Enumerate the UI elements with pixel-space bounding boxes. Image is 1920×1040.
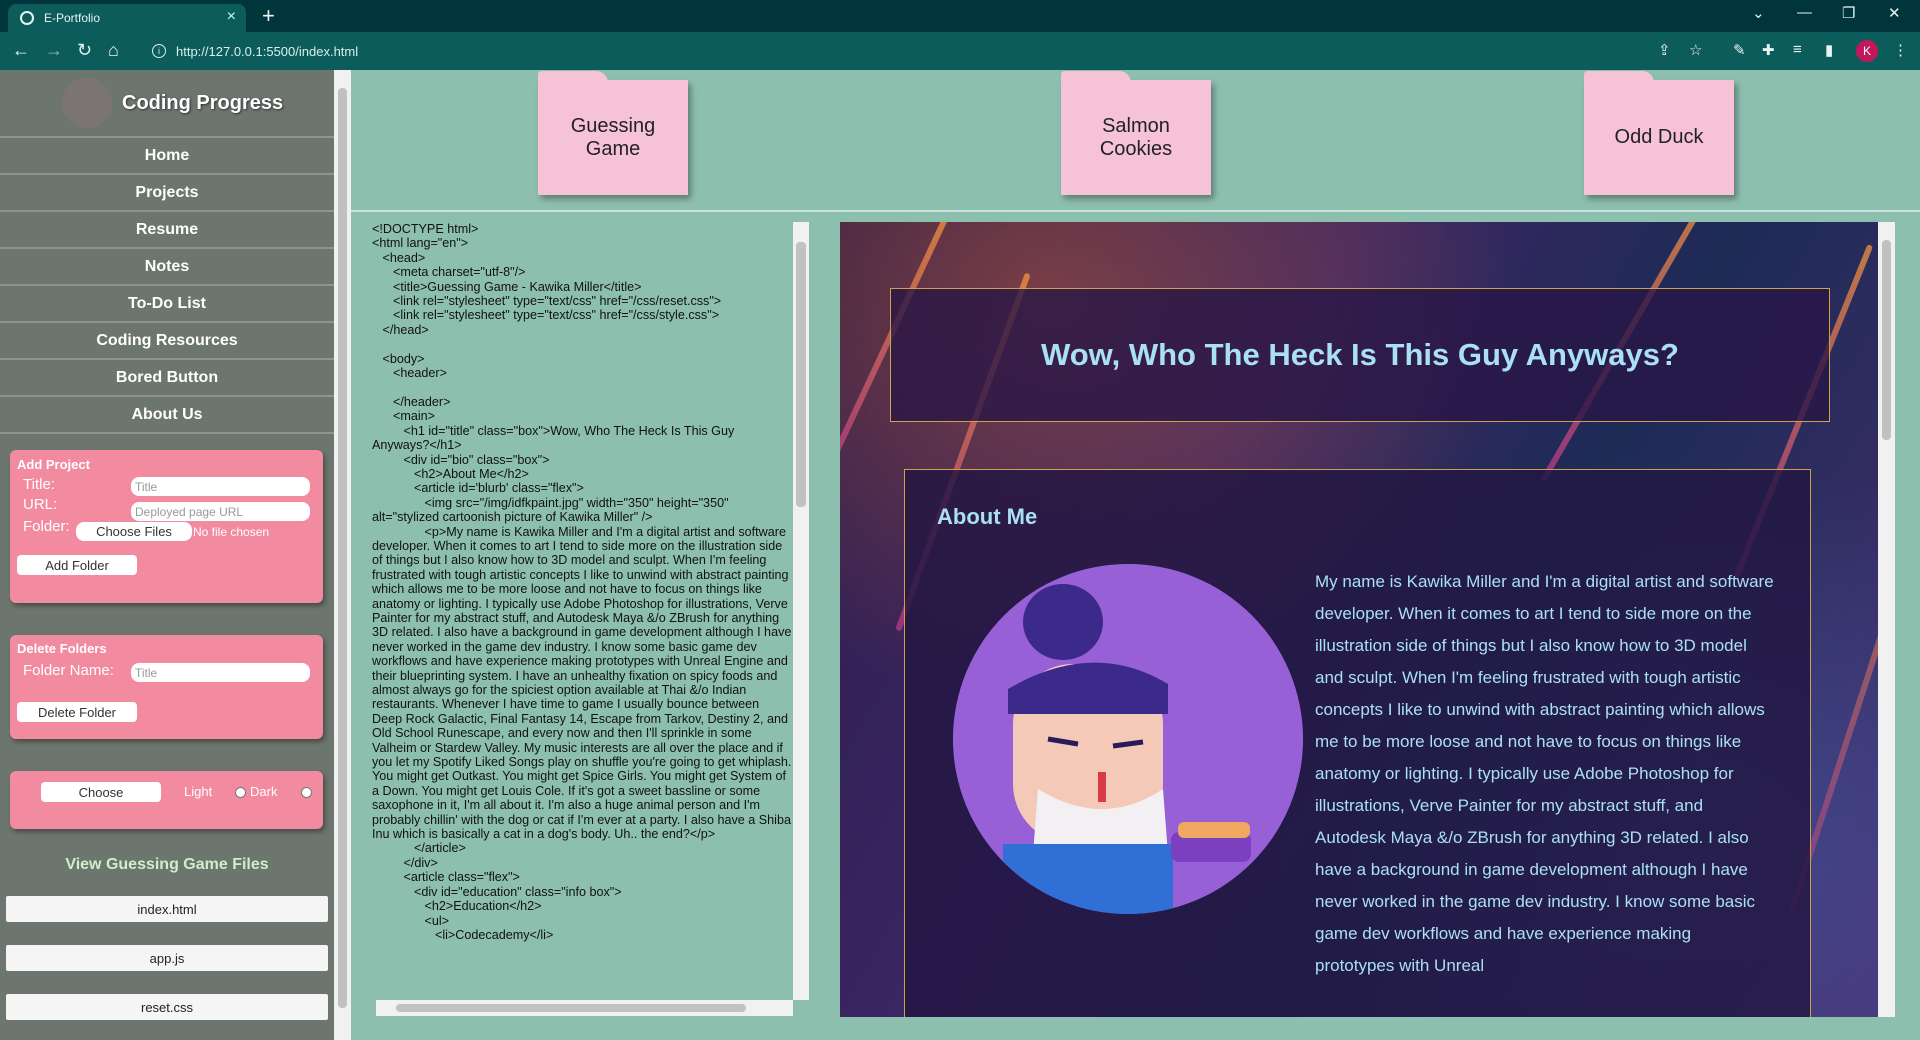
preview-scrollbar[interactable] <box>1878 222 1895 1017</box>
delete-folders-card: Delete Folders Folder Name: Title Delete… <box>10 635 323 739</box>
add-project-card: Add Project Title: Title URL: Deployed p… <box>10 450 323 603</box>
reload-icon[interactable]: ↻ <box>77 40 92 61</box>
sidebar: Coding Progress Home Projects Resume Not… <box>0 70 334 1040</box>
light-radio[interactable] <box>235 787 246 798</box>
profile-avatar[interactable]: K <box>1856 40 1878 62</box>
tab-search-icon[interactable]: ⌄ <box>1752 4 1765 22</box>
bookmark-star-icon[interactable]: ☆ <box>1689 41 1702 59</box>
add-folder-button[interactable]: Add Folder <box>17 555 137 575</box>
folder-label: Guessing Game <box>570 114 656 160</box>
folder-name-label: Folder Name: <box>23 662 114 679</box>
code-view[interactable]: <!DOCTYPE html> <html lang="en"> <head> … <box>372 222 792 1002</box>
minimize-icon[interactable]: — <box>1797 4 1812 21</box>
delete-folder-button[interactable]: Delete Folder <box>17 702 137 722</box>
scrollbar-thumb[interactable] <box>396 1004 746 1012</box>
scrollbar-thumb[interactable] <box>796 242 806 507</box>
nav-bored-button[interactable]: Bored Button <box>0 360 334 397</box>
file-reset-css[interactable]: reset.css <box>6 994 328 1020</box>
preview-title-box: Wow, Who The Heck Is This Guy Anyways? <box>890 288 1830 422</box>
url-input[interactable]: Deployed page URL <box>131 502 310 521</box>
add-project-title: Add Project <box>17 457 90 472</box>
address-url: http://127.0.0.1:5500/index.html <box>176 43 359 59</box>
browser-tab[interactable]: E-Portfolio × <box>8 4 246 32</box>
snack-lid <box>1178 822 1250 838</box>
folder-salmon-cookies[interactable]: Salmon Cookies <box>1061 71 1211 195</box>
bio-paragraph: My name is Kawika Miller and I'm a digit… <box>1315 572 1774 975</box>
menu-kebab-icon[interactable]: ⋮ <box>1893 41 1908 59</box>
choose-files-button[interactable]: Choose Files <box>76 522 192 541</box>
drip <box>1098 772 1106 802</box>
tab-title: E-Portfolio <box>44 11 101 25</box>
folder-label: Salmon Cookies <box>1099 114 1173 160</box>
nav-about-us[interactable]: About Us <box>0 397 334 434</box>
browser-tabbar: E-Portfolio × + ⌄ — ❐ ✕ <box>0 0 1920 32</box>
hair-bun <box>1023 584 1103 660</box>
divider <box>351 210 1920 212</box>
share-icon[interactable]: ⇪ <box>1658 41 1671 59</box>
restore-icon[interactable]: ❐ <box>1842 4 1855 22</box>
dark-radio[interactable] <box>301 787 312 798</box>
nav-todo-list[interactable]: To-Do List <box>0 286 334 323</box>
file-index-html[interactable]: index.html <box>6 896 328 922</box>
home-icon[interactable]: ⌂ <box>108 40 119 61</box>
files-title: View Guessing Game Files <box>65 856 269 873</box>
scrollbar-thumb[interactable] <box>1882 240 1891 440</box>
new-tab-icon[interactable]: + <box>262 3 275 29</box>
preview-title: Wow, Who The Heck Is This Guy Anyways? <box>1041 337 1679 372</box>
address-bar[interactable]: i http://127.0.0.1:5500/index.html <box>140 37 1630 65</box>
avatar <box>62 78 112 128</box>
dark-label: Dark <box>250 784 278 799</box>
theme-card: Choose Light Dark <box>10 771 323 829</box>
title-input[interactable]: Title <box>131 477 310 496</box>
folder-label: Odd Duck <box>1614 126 1704 148</box>
extension-icon[interactable]: ✎ <box>1733 41 1746 59</box>
side-panel-icon[interactable]: ▮ <box>1825 41 1833 59</box>
choose-theme-button[interactable]: Choose <box>41 782 161 802</box>
code-horizontal-scrollbar[interactable] <box>376 1000 793 1016</box>
puzzle-icon[interactable]: ✚ <box>1762 41 1775 59</box>
forward-icon[interactable]: → <box>45 40 63 61</box>
folder-odd-duck[interactable]: Odd Duck <box>1584 71 1734 195</box>
browser-toolbar: ← → ↻ ⌂ i http://127.0.0.1:5500/index.ht… <box>0 32 1920 70</box>
nav-home[interactable]: Home <box>0 138 334 175</box>
folder-guessing-game[interactable]: Guessing Game <box>538 71 688 195</box>
close-tab-icon[interactable]: × <box>227 8 236 26</box>
title-label: Title: <box>23 476 55 493</box>
code-text: <!DOCTYPE html> <html lang="en"> <head> … <box>372 222 792 942</box>
folder-label: Folder: <box>23 518 70 535</box>
url-label: URL: <box>23 496 58 513</box>
nav-notes[interactable]: Notes <box>0 249 334 286</box>
shirt <box>1003 844 1173 914</box>
no-file-text: No file chosen <box>193 525 270 539</box>
about-heading: About Me <box>937 504 1038 529</box>
page-preview: Wow, Who The Heck Is This Guy Anyways? A… <box>840 222 1888 1017</box>
back-icon[interactable]: ← <box>12 40 30 61</box>
nav-coding-resources[interactable]: Coding Resources <box>0 323 334 360</box>
info-icon[interactable]: i <box>152 44 166 58</box>
portrait-image <box>953 564 1303 914</box>
portrait-illustration <box>953 564 1303 914</box>
delete-folders-title: Delete Folders <box>17 641 107 656</box>
globe-icon <box>20 11 34 25</box>
light-label: Light <box>184 784 213 799</box>
reading-list-icon[interactable]: ≡ <box>1793 41 1802 58</box>
folder-name-input[interactable]: Title <box>131 663 310 682</box>
nav-resume[interactable]: Resume <box>0 212 334 249</box>
brand: Coding Progress <box>0 70 334 138</box>
sidebar-scrollbar[interactable] <box>334 70 351 1040</box>
scrollbar-thumb[interactable] <box>338 88 347 1008</box>
code-vertical-scrollbar[interactable] <box>793 222 809 1000</box>
brand-title: Coding Progress <box>122 91 284 114</box>
file-app-js[interactable]: app.js <box>6 945 328 971</box>
close-window-icon[interactable]: ✕ <box>1888 4 1901 22</box>
about-box: About Me My name is Kawika Miller and I'… <box>904 469 1811 1017</box>
sidebar-nav: Home Projects Resume Notes To-Do List Co… <box>0 138 334 434</box>
nav-projects[interactable]: Projects <box>0 175 334 212</box>
